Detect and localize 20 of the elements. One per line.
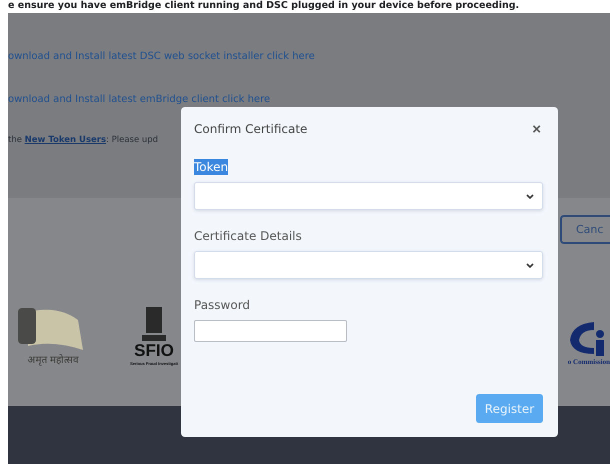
chevron-down-icon xyxy=(526,194,534,198)
notice-text: e ensure you have emBridge client running and DSC plugged in your device before proceeding. xyxy=(8,0,520,12)
cancel-button[interactable]: Canc xyxy=(560,215,610,244)
field-label: Password xyxy=(194,297,250,313)
password-field[interactable] xyxy=(194,320,347,342)
new-token-users-link[interactable]: New Token Users xyxy=(24,135,106,145)
note-text: : Please upd xyxy=(106,135,158,145)
dialog-title: Confirm Certificate xyxy=(194,122,308,136)
download-link[interactable]: ownload and Install latest emBridge client click here xyxy=(8,94,610,105)
field-label: Certificate Details xyxy=(194,228,302,244)
field-label: Token xyxy=(194,159,228,175)
logo-caption: अमृत महोत्सव xyxy=(27,353,79,366)
download-link[interactable]: ownload and Install latest DSC web socket installer click here xyxy=(8,51,610,62)
dropdown-field[interactable] xyxy=(194,251,543,279)
note-text: the xyxy=(8,135,23,145)
close-button[interactable]: × xyxy=(529,122,544,136)
dropdown-field[interactable] xyxy=(194,182,543,210)
register-button[interactable]: Register xyxy=(476,394,543,423)
logo-title: SFIO xyxy=(134,341,174,361)
chevron-down-icon xyxy=(526,262,534,268)
